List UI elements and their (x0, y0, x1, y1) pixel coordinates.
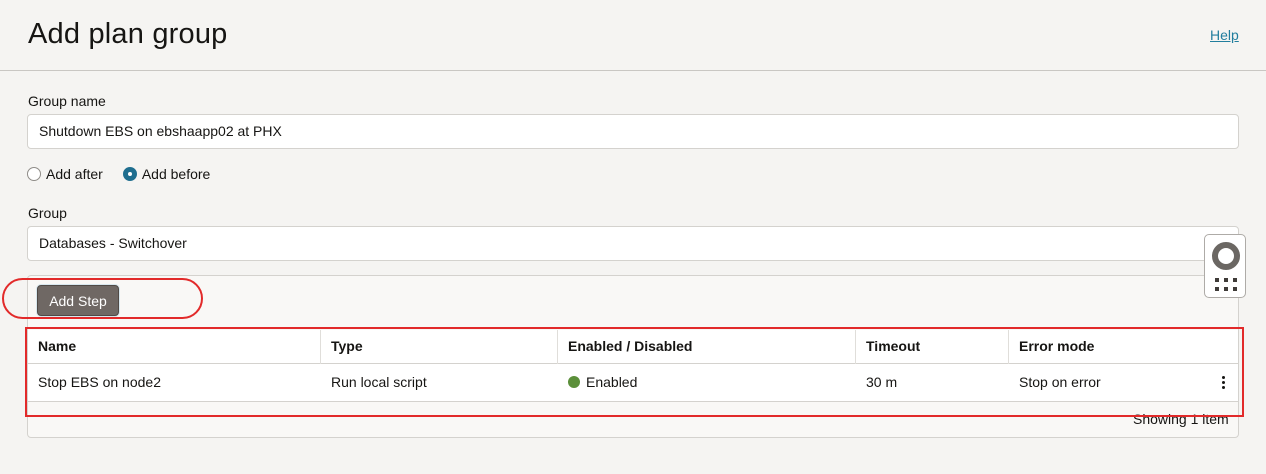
grid-icon[interactable] (1215, 278, 1237, 292)
group-label: Group (28, 205, 67, 221)
add-before-label[interactable]: Add before (142, 166, 211, 182)
add-after-label[interactable]: Add after (46, 166, 103, 182)
annotation-rectangle (25, 327, 1244, 417)
group-name-input[interactable]: Shutdown EBS on ebshaapp02 at PHX (27, 114, 1239, 149)
group-select[interactable]: Databases - Switchover (27, 226, 1239, 261)
help-link[interactable]: Help (1210, 27, 1239, 43)
add-after-radio[interactable] (27, 167, 41, 181)
annotation-ellipse (2, 278, 203, 319)
group-name-label: Group name (28, 93, 106, 109)
help-widget[interactable] (1204, 234, 1246, 298)
lifebuoy-icon[interactable] (1212, 242, 1240, 270)
page-header: Add plan group Help (0, 0, 1266, 71)
position-radio-group: Add after Add before (27, 165, 230, 183)
add-before-radio[interactable] (122, 167, 137, 181)
page-title: Add plan group (28, 18, 228, 50)
